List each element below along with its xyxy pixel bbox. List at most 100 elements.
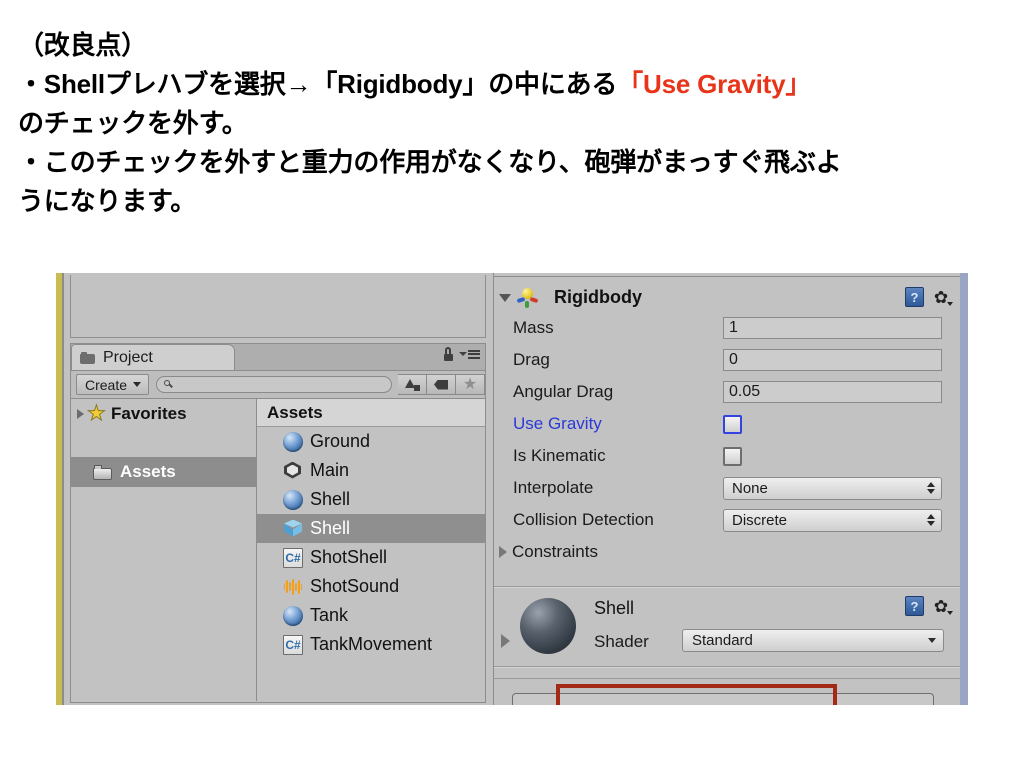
material-sphere-icon — [283, 605, 303, 626]
tree-item-favorites[interactable]: Favorites — [71, 399, 256, 429]
chevron-down-icon — [459, 352, 467, 356]
list-item[interactable]: ShotSound — [257, 572, 485, 601]
audio-clip-icon — [283, 577, 303, 597]
material-sphere-icon — [283, 431, 303, 452]
component-separator — [494, 666, 960, 668]
updown-icon — [927, 482, 935, 494]
list-item[interactable]: C# ShotShell — [257, 543, 485, 572]
csharp-script-icon: C# — [283, 547, 303, 568]
material-name: Shell — [594, 598, 635, 618]
hamburger-menu-icon[interactable] — [459, 349, 480, 359]
project-list-pane: Assets Ground Main Shell Shell C# ShotSh… — [257, 399, 485, 701]
shader-value: Standard — [692, 632, 753, 649]
interpolate-dropdown[interactable]: None — [723, 476, 942, 500]
angular-drag-field[interactable]: 0.05 — [723, 381, 942, 403]
tree-item-favorites-label: Favorites — [111, 404, 187, 423]
component-material: Shell Shader Standard — [494, 588, 960, 664]
folder-icon — [80, 351, 96, 364]
label-filter-icon — [434, 379, 448, 390]
mass-field[interactable]: 1 — [723, 317, 942, 339]
component-header-buttons — [905, 287, 953, 307]
slide-line-5: うになります。 — [18, 186, 197, 216]
property-label: Constraints — [512, 542, 598, 561]
list-item[interactable]: C# TankMovement — [257, 630, 485, 659]
drag-field[interactable]: 0 — [723, 349, 942, 371]
list-item[interactable]: Main — [257, 456, 485, 485]
asset-label: ShotSound — [310, 576, 400, 596]
unity-editor-screenshot: Project Create ★ ★ Favorites Assets Asse… — [56, 273, 968, 705]
property-label: Use Gravity — [513, 414, 602, 433]
component-header-rigidbody[interactable]: Rigidbody — [494, 283, 960, 312]
asset-label: Ground — [310, 431, 371, 451]
shader-dropdown[interactable]: Standard — [682, 629, 944, 652]
chevron-right-icon[interactable] — [499, 546, 507, 558]
list-header: Assets — [257, 399, 485, 427]
folder-icon — [93, 464, 113, 480]
project-tabbar: Project — [71, 344, 485, 371]
slide-line-3: のチェックを外す。 — [18, 108, 248, 138]
gear-icon[interactable] — [932, 288, 953, 306]
label-filter-button[interactable] — [427, 374, 456, 395]
slide-line-4: ・このチェックを外すと重力の作用がなくなり、砲弾がまっすぐ飛ぶよ — [18, 147, 842, 177]
create-button[interactable]: Create — [76, 374, 150, 395]
gear-icon[interactable] — [932, 597, 953, 615]
search-input[interactable] — [156, 376, 392, 393]
property-row-drag: Drag 0 — [494, 344, 960, 376]
property-label: Is Kinematic — [513, 446, 606, 465]
property-row-collision-detection: Collision Detection Discrete — [494, 504, 960, 536]
shapes-filter-button[interactable] — [398, 374, 427, 395]
asset-label: Main — [310, 460, 350, 480]
material-sphere-icon — [283, 489, 303, 510]
tree-item-assets[interactable]: Assets — [71, 457, 256, 487]
material-header-buttons — [905, 596, 953, 616]
property-row-is-kinematic: Is Kinematic — [494, 440, 960, 472]
help-book-icon[interactable] — [905, 287, 924, 307]
tab-project[interactable]: Project — [71, 344, 235, 370]
slide-line-1: （改良点） — [18, 30, 148, 60]
inspector-top-divider — [494, 276, 960, 277]
upper-empty-panel — [70, 275, 486, 338]
tab-project-label: Project — [103, 348, 153, 366]
prefab-cube-icon — [283, 519, 303, 539]
property-row-constraints[interactable]: Constraints — [494, 536, 960, 568]
use-gravity-checkbox[interactable] — [723, 414, 742, 434]
list-item[interactable]: Ground — [257, 427, 485, 456]
property-label: Drag — [513, 350, 550, 369]
property-label: Interpolate — [513, 478, 594, 497]
project-tree-pane: Favorites Assets — [71, 399, 257, 701]
list-item[interactable]: Shell — [257, 485, 485, 514]
list-item[interactable]: Tank — [257, 601, 485, 630]
property-label: Angular Drag — [513, 382, 614, 401]
menu-lines — [468, 349, 480, 359]
slide-line-2-accent: 「Use Gravity」 — [617, 69, 812, 99]
component-title: Rigidbody — [554, 287, 642, 307]
updown-icon — [927, 514, 935, 526]
inspector-panel: Rigidbody Mass 1 Drag 0 Angular Drag 0.0… — [493, 273, 960, 705]
interpolate-value: None — [732, 479, 768, 497]
star-icon — [87, 404, 106, 424]
rigidbody-icon — [516, 287, 539, 309]
lock-icon[interactable] — [443, 347, 454, 361]
asset-label: Shell — [310, 518, 351, 538]
csharp-script-icon: C# — [283, 634, 303, 655]
chevron-right-icon[interactable] — [501, 634, 510, 648]
project-tabbar-controls — [443, 347, 480, 361]
chevron-down-icon[interactable] — [499, 293, 511, 302]
project-toolbar: Create ★ — [71, 371, 485, 399]
favorite-filter-button[interactable]: ★ — [456, 374, 485, 395]
search-icon — [164, 380, 173, 389]
help-book-icon[interactable] — [905, 596, 924, 616]
slide-line-2-plain: ・Shellプレハブを選択→「Rigidbody」の中にある — [18, 69, 618, 99]
left-dock-region: Project Create ★ ★ Favorites Assets Asse… — [64, 273, 488, 705]
list-item-selected[interactable]: Shell — [257, 514, 485, 543]
asset-label: Tank — [310, 605, 349, 625]
is-kinematic-checkbox[interactable] — [723, 446, 742, 466]
collision-detection-dropdown[interactable]: Discrete — [723, 508, 942, 532]
chevron-down-icon — [133, 382, 142, 387]
create-button-label: Create — [85, 376, 128, 393]
chevron-right-icon[interactable] — [77, 409, 84, 419]
slide-text-block: （改良点） ・Shellプレハブを選択→「Rigidbody」の中にある「Use… — [18, 26, 1008, 221]
favorite-filter-icon: ★ — [462, 375, 478, 393]
asset-label: ShotShell — [310, 547, 388, 567]
shader-label: Shader — [594, 632, 649, 651]
